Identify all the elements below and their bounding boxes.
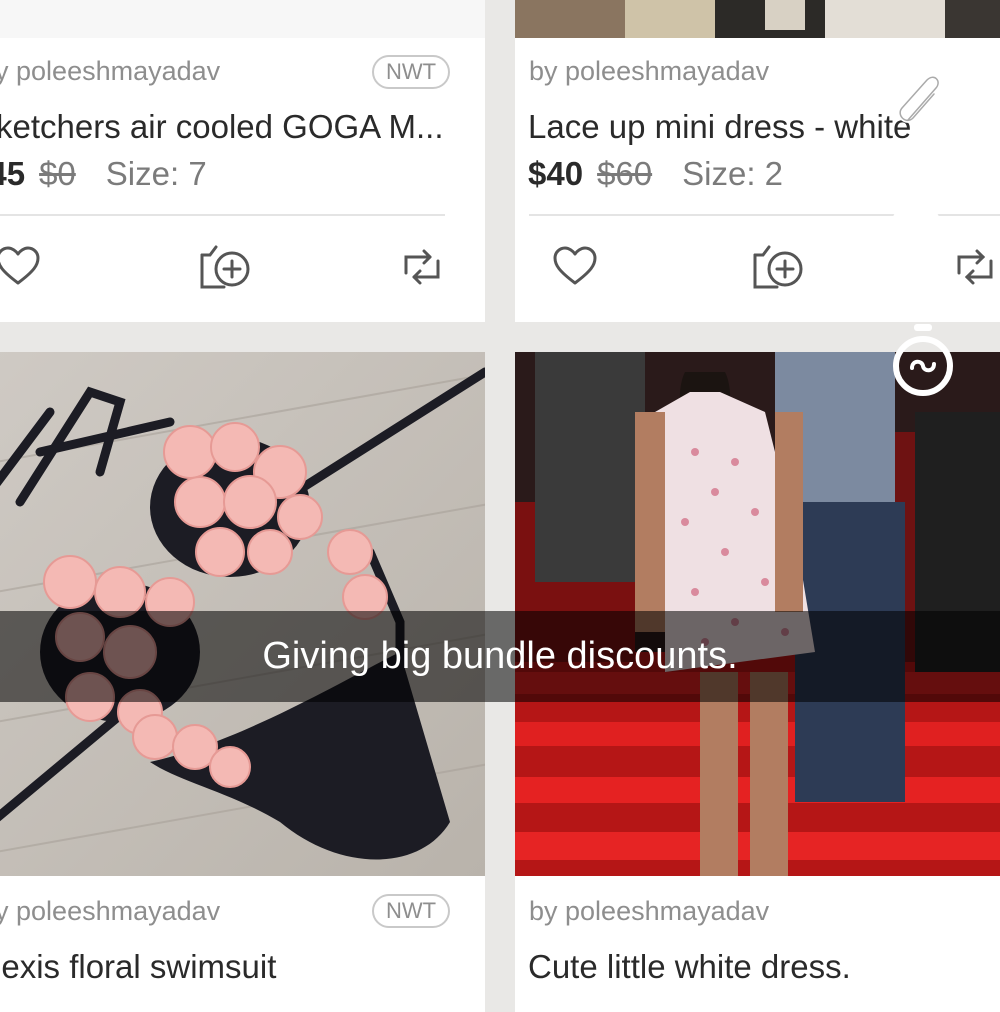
crop-icon[interactable] [890,200,954,264]
listing-image-2[interactable] [515,0,1000,38]
timer-icon[interactable] [890,322,956,400]
listing-original-price: $0 [39,155,76,192]
listing-original-price: $60 [597,155,653,192]
listing-card-1[interactable]: by poleeshmayadav NWT Sketchers air cool… [0,0,485,322]
listing-title[interactable]: Sketchers air cooled GOGA M... [0,108,444,146]
listing-seller[interactable]: by poleeshmayadav [0,896,220,927]
listing-seller[interactable]: by poleeshmayadav [529,56,769,87]
paperclip-icon[interactable] [890,70,954,134]
nwt-badge: NWT [372,55,451,89]
listing-card-2[interactable]: by poleeshmayadav Lace up mini dress - w… [515,0,1000,322]
heart-icon[interactable] [0,243,42,291]
listing-seller[interactable]: by poleeshmayadav [529,896,769,927]
listing-size: Size: 2 [682,155,784,192]
listing-price: $45 [0,155,26,192]
heart-icon[interactable] [551,243,599,291]
add-to-bundle-icon[interactable] [194,241,254,293]
listing-title[interactable]: Cute little white dress. [528,948,851,986]
listing-title[interactable]: Alexis floral swimsuit [0,948,276,986]
nwt-badge: NWT [372,894,451,928]
listing-price: $40 [528,155,584,192]
share-icon[interactable] [398,243,446,291]
listing-image-1[interactable] [0,0,485,38]
listing-size: Size: 7 [105,155,207,192]
listing-seller[interactable]: by poleeshmayadav [0,56,220,87]
add-to-bundle-icon[interactable] [747,241,807,293]
story-caption: Giving big bundle discounts. [0,611,1000,702]
listing-price-row: $40 $60 Size: 2 [528,155,783,193]
share-icon[interactable] [951,243,999,291]
listing-title[interactable]: Lace up mini dress - white [528,108,911,146]
divider [0,214,445,216]
listing-price-row: $45 $0 Size: 7 [0,155,207,193]
